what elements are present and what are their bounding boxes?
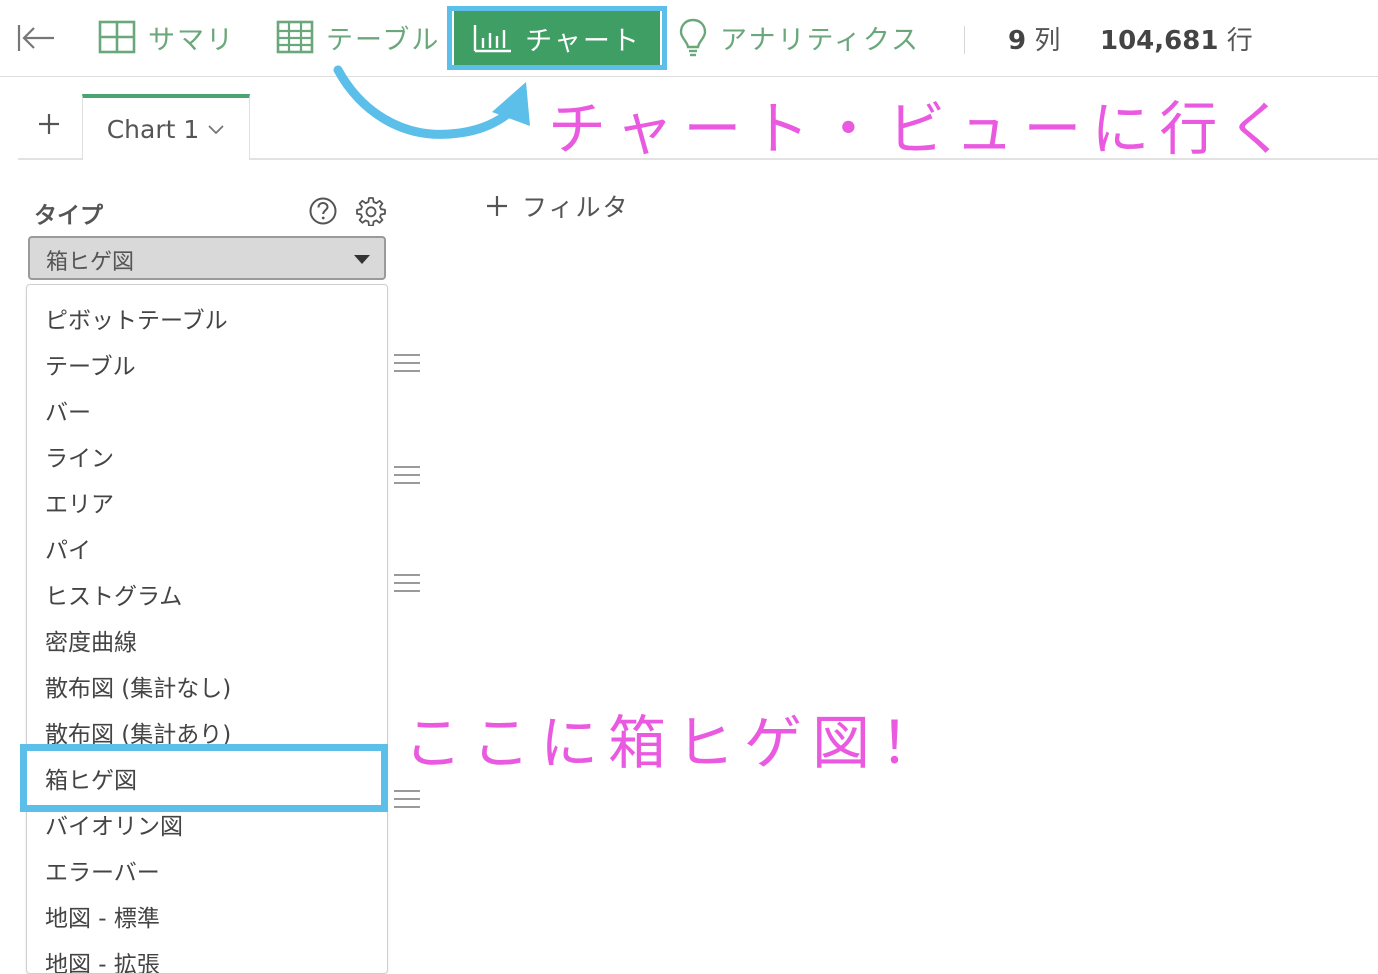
chart-type-option[interactable]: ピボットテーブル bbox=[45, 301, 228, 335]
plus-icon bbox=[37, 112, 61, 140]
bar-chart-icon bbox=[473, 23, 513, 53]
grid-icon bbox=[98, 20, 136, 54]
summary-view-button[interactable]: サマリ bbox=[98, 12, 235, 62]
chart-type-option[interactable]: テーブル bbox=[45, 347, 136, 381]
row-count-unit: 行 bbox=[1226, 26, 1253, 56]
add-filter-button[interactable]: フィルタ bbox=[486, 188, 630, 224]
analytics-view-button[interactable]: アナリティクス bbox=[678, 12, 920, 62]
chart-type-option[interactable]: 密度曲線 bbox=[45, 623, 137, 657]
chart-type-option[interactable]: 地図 - 拡張 bbox=[45, 945, 160, 973]
table-view-button[interactable]: テーブル bbox=[276, 12, 440, 62]
row-count: 104,681 行 bbox=[1100, 20, 1253, 57]
top-toolbar: サマリ テーブル チャート アナリティクス 9 列 104,681 行 bbox=[0, 0, 1378, 77]
column-count-value: 9 bbox=[1008, 26, 1027, 56]
chart-type-selected-value: 箱ヒゲ図 bbox=[46, 250, 135, 275]
plus-icon bbox=[486, 195, 508, 217]
chart-type-option[interactable]: バイオリン図 bbox=[45, 807, 183, 841]
chart-type-option[interactable]: エリア bbox=[45, 485, 114, 519]
tab-chart-1[interactable]: Chart 1 bbox=[82, 94, 250, 160]
row-count-value: 104,681 bbox=[1100, 26, 1219, 56]
drag-handle-icon[interactable] bbox=[394, 574, 420, 594]
chart-type-select[interactable]: 箱ヒゲ図 bbox=[28, 236, 386, 280]
chart-type-option[interactable]: パイ bbox=[45, 531, 91, 565]
chart-type-dropdown: ピボットテーブル テーブル バー ライン エリア パイ ヒストグラム 密度曲線 … bbox=[26, 284, 388, 974]
summary-label: サマリ bbox=[148, 24, 235, 56]
toolbar-divider bbox=[964, 26, 965, 54]
chart-type-option[interactable]: エラーバー bbox=[45, 853, 160, 887]
chart-type-option[interactable]: バー bbox=[45, 393, 91, 427]
column-count: 9 列 bbox=[1008, 20, 1060, 57]
column-count-unit: 列 bbox=[1034, 26, 1061, 56]
table-label: テーブル bbox=[326, 24, 441, 56]
highlight-box-boxplot bbox=[20, 744, 388, 812]
drag-handle-icon[interactable] bbox=[394, 790, 420, 810]
chart-type-option[interactable]: 散布図 (集計なし) bbox=[45, 669, 231, 703]
collapse-left-icon[interactable] bbox=[14, 20, 58, 56]
add-chart-tab-button[interactable] bbox=[18, 94, 80, 158]
chart-label: チャート bbox=[525, 25, 641, 57]
drag-handle-icon[interactable] bbox=[394, 466, 420, 486]
annotation-go-to-chart: チャート・ビューに行く bbox=[548, 95, 1296, 163]
chevron-down-icon[interactable] bbox=[207, 123, 225, 135]
drag-handle-icon[interactable] bbox=[394, 354, 420, 374]
chart-type-option[interactable]: ライン bbox=[45, 439, 114, 473]
caret-down-icon bbox=[354, 255, 370, 264]
chart-type-heading: タイプ bbox=[34, 203, 103, 229]
filter-label: フィルタ bbox=[522, 193, 630, 222]
annotation-boxplot-here: ここに箱ヒゲ図！ bbox=[404, 709, 949, 777]
annotation-arrow-icon bbox=[333, 65, 530, 139]
lightbulb-icon bbox=[678, 17, 708, 57]
chart-type-option[interactable]: 地図 - 標準 bbox=[45, 899, 160, 933]
chart-type-option[interactable]: ヒストグラム bbox=[45, 577, 182, 611]
gear-icon[interactable] bbox=[356, 196, 386, 227]
tab-label: Chart 1 bbox=[106, 114, 200, 144]
question-icon[interactable] bbox=[308, 196, 338, 226]
chart-view-button-inner: チャート bbox=[452, 11, 662, 65]
analytics-label: アナリティクス bbox=[720, 24, 921, 56]
table-icon bbox=[276, 20, 314, 54]
